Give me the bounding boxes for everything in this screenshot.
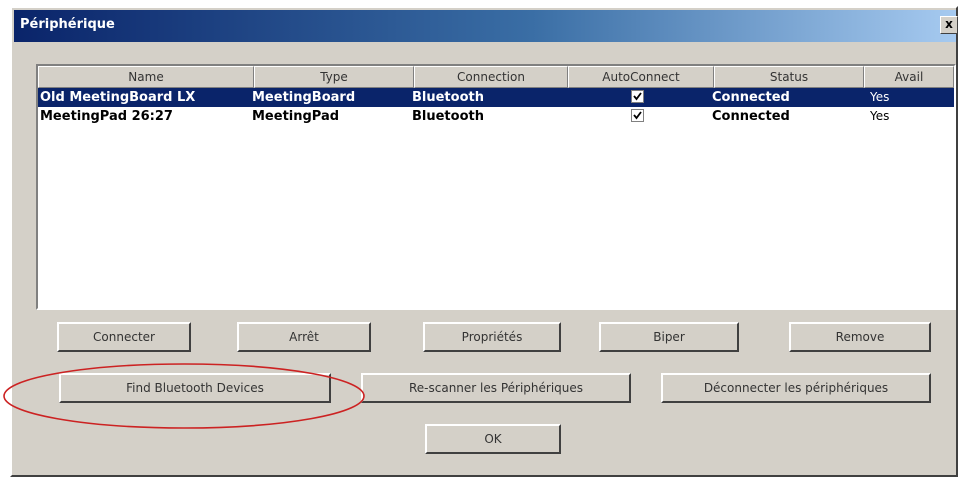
disconnect-devices-button[interactable]: Déconnecter les périphériques	[661, 373, 931, 403]
rescan-devices-button[interactable]: Re-scanner les Périphériques	[361, 373, 631, 403]
column-header-name[interactable]: Name	[38, 66, 254, 88]
ok-button[interactable]: OK	[425, 424, 561, 454]
properties-button[interactable]: Propriétés	[423, 322, 561, 352]
autoconnect-checkbox[interactable]	[631, 109, 644, 122]
beep-button[interactable]: Biper	[599, 322, 739, 352]
cell-status: Connected	[712, 109, 790, 124]
cell-type: MeetingPad	[252, 109, 340, 124]
title-bar[interactable]: Périphérique x	[14, 10, 958, 42]
check-icon	[633, 92, 642, 101]
device-dialog: Périphérique x Name Type Connection Auto…	[10, 6, 958, 477]
list-header: Name Type Connection AutoConnect Status …	[38, 66, 954, 88]
column-header-status[interactable]: Status	[714, 66, 864, 88]
cell-name: MeetingPad 26:27	[40, 109, 173, 124]
cell-type: MeetingBoard	[252, 90, 356, 105]
close-icon: x	[945, 17, 953, 31]
cell-connection: Bluetooth	[412, 109, 484, 124]
column-header-type[interactable]: Type	[254, 66, 414, 88]
check-icon	[633, 111, 642, 120]
remove-button[interactable]: Remove	[789, 322, 931, 352]
table-row[interactable]: MeetingPad 26:27 MeetingPad Bluetooth Co…	[38, 107, 954, 126]
cell-connection: Bluetooth	[412, 90, 484, 105]
cell-status: Connected	[712, 90, 790, 105]
cell-avail: Yes	[870, 90, 890, 104]
column-header-autoconnect[interactable]: AutoConnect	[568, 66, 714, 88]
connect-button[interactable]: Connecter	[57, 322, 191, 352]
autoconnect-checkbox[interactable]	[631, 90, 644, 103]
cell-avail: Yes	[870, 109, 890, 123]
find-bluetooth-devices-button[interactable]: Find Bluetooth Devices	[59, 373, 331, 403]
dialog-title: Périphérique	[20, 17, 115, 32]
device-list[interactable]: Name Type Connection AutoConnect Status …	[36, 64, 956, 310]
column-header-avail[interactable]: Avail	[864, 66, 954, 88]
stop-button[interactable]: Arrêt	[237, 322, 371, 352]
table-row[interactable]: Old MeetingBoard LX MeetingBoard Bluetoo…	[38, 88, 954, 107]
close-button[interactable]: x	[940, 16, 958, 34]
cell-name: Old MeetingBoard LX	[40, 90, 196, 105]
column-header-connection[interactable]: Connection	[414, 66, 568, 88]
